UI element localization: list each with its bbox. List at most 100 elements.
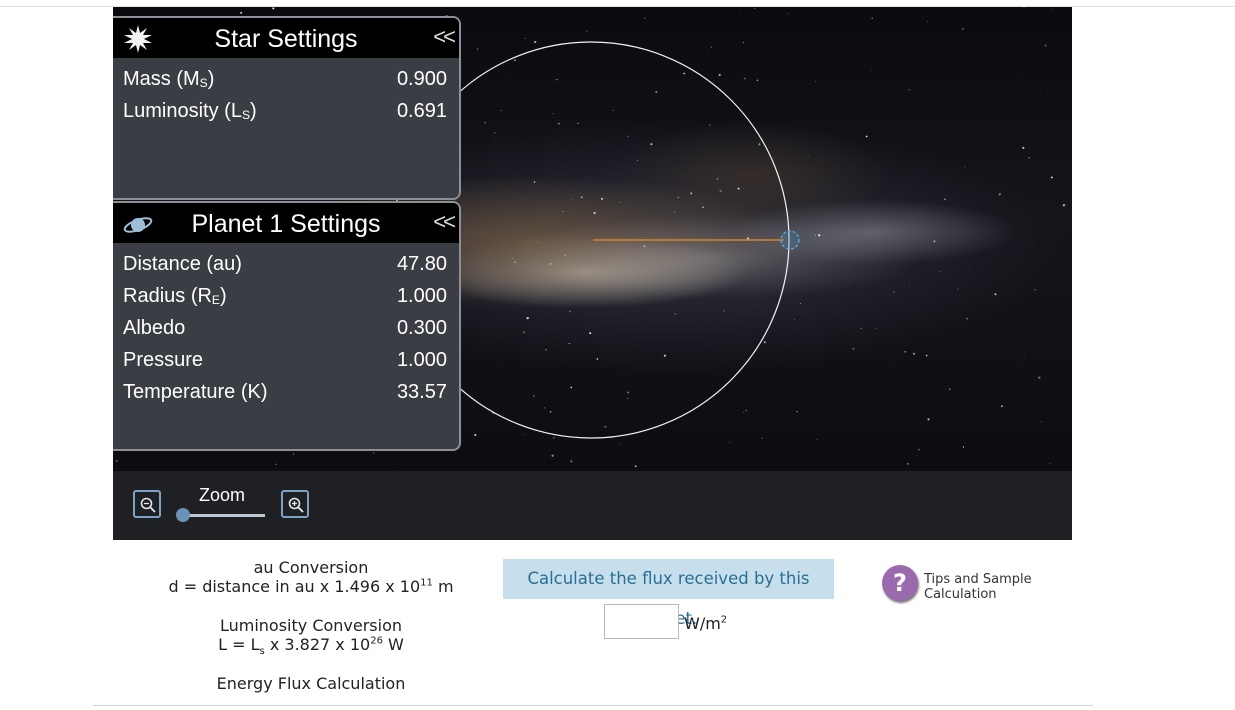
background-star xyxy=(796,410,798,413)
planet-setting-row-value: 1.000 xyxy=(396,285,447,307)
star-setting-row-label: Mass (MS) xyxy=(123,68,215,90)
background-star xyxy=(763,341,767,344)
background-star xyxy=(514,59,516,62)
background-star xyxy=(970,270,971,272)
planet-panel-collapse-button[interactable]: << xyxy=(433,209,456,235)
background-star xyxy=(1022,146,1025,149)
background-star xyxy=(533,181,536,183)
zoom-label: Zoom xyxy=(199,485,246,505)
planet-marker[interactable] xyxy=(780,230,800,250)
background-star xyxy=(646,269,648,271)
background-star xyxy=(619,444,620,445)
flux-answer-input[interactable] xyxy=(604,604,679,639)
luminosity-conversion-title: Luminosity Conversion xyxy=(219,616,403,635)
planet-setting-row-value: 47.80 xyxy=(396,253,447,275)
background-star xyxy=(568,342,570,344)
star-settings-title: Star Settings xyxy=(214,25,358,53)
star-settings-rows: Mass (MS) 0.900 Luminosity (LS) 0.691 xyxy=(113,58,459,128)
background-star xyxy=(1023,7,1025,9)
luminosity-conversion-formula: L = Ls x 3.827 x 1026 W xyxy=(160,635,462,657)
star-setting-row[interactable]: Luminosity (LS) 0.691 xyxy=(113,96,459,128)
background-star xyxy=(690,192,693,195)
background-star xyxy=(865,135,868,138)
bottom-divider xyxy=(93,705,1093,706)
background-star xyxy=(569,310,571,313)
background-star xyxy=(545,349,547,351)
energy-flux-title: Energy Flux Calculation xyxy=(216,674,406,693)
background-star xyxy=(719,189,722,192)
background-star xyxy=(815,80,817,82)
background-star xyxy=(756,79,759,82)
planet-setting-row[interactable]: Radius (RE) 1.000 xyxy=(113,281,459,313)
planet-setting-row[interactable]: Temperature (K) 33.57 xyxy=(113,377,459,409)
units-exponent: 2 xyxy=(720,614,728,626)
background-star xyxy=(754,7,756,9)
background-star xyxy=(537,261,539,263)
background-star xyxy=(908,89,910,91)
au-conversion-formula: d = distance in au x 1.496 x 1011 m xyxy=(160,577,462,596)
background-star xyxy=(634,465,637,468)
background-star xyxy=(1023,357,1025,359)
planet-setting-row[interactable]: Distance (au) 47.80 xyxy=(113,249,459,281)
energy-flux-block: Energy Flux Calculation xyxy=(160,674,462,693)
background-star xyxy=(683,72,686,75)
simulation-view: Star Settings << Mass (MS) 0.900 Luminosit… xyxy=(113,7,1072,540)
background-star xyxy=(557,122,560,125)
background-star xyxy=(674,211,676,213)
star-setting-row-value: 0.691 xyxy=(396,100,447,122)
background-star xyxy=(871,17,873,20)
help-link[interactable]: Tips and Sample Calculation xyxy=(924,572,1034,602)
background-star xyxy=(870,69,872,71)
background-star xyxy=(494,138,495,139)
background-star xyxy=(706,72,708,74)
background-star xyxy=(718,73,721,77)
background-star xyxy=(800,303,802,305)
help-button[interactable]: ? xyxy=(882,565,918,601)
zoom-out-button[interactable] xyxy=(133,490,161,518)
background-star xyxy=(957,288,959,290)
background-star xyxy=(717,178,719,180)
planet-setting-row[interactable]: Albedo 0.300 xyxy=(113,313,459,345)
zoom-slider-track[interactable] xyxy=(181,514,265,517)
background-star xyxy=(761,437,763,439)
background-star xyxy=(918,448,920,451)
background-star xyxy=(523,331,526,334)
background-star xyxy=(604,425,607,428)
lum-formula-mid: x 3.827 x 10 xyxy=(264,635,371,654)
background-star xyxy=(512,257,514,259)
background-star xyxy=(994,293,997,296)
zoom-slider-handle[interactable] xyxy=(176,508,190,522)
star-setting-row[interactable]: Mass (MS) 0.900 xyxy=(113,64,459,96)
zoom-in-button[interactable] xyxy=(281,490,309,518)
star-panel-collapse-button[interactable]: << xyxy=(433,24,456,50)
star-settings-header: Star Settings << xyxy=(113,18,459,58)
question-prompt: Calculate the flux received by this plan… xyxy=(503,559,834,628)
au-formula-text: d = distance in au x 1.496 x 10 xyxy=(168,577,421,596)
background-star xyxy=(904,351,906,353)
background-star xyxy=(876,327,877,329)
background-star xyxy=(807,155,809,156)
background-star xyxy=(596,358,599,360)
background-star xyxy=(1049,462,1051,464)
background-star xyxy=(543,407,546,409)
flux-units: W/m2 xyxy=(684,614,727,633)
background-star xyxy=(272,7,275,10)
background-star xyxy=(551,454,554,457)
background-star xyxy=(556,78,558,81)
zoom-in-icon xyxy=(288,497,304,513)
background-star xyxy=(893,291,895,293)
background-star xyxy=(537,241,539,243)
background-star xyxy=(758,143,761,146)
background-star xyxy=(650,143,653,146)
planet-setting-row[interactable]: Pressure 1.000 xyxy=(113,345,459,377)
background-star xyxy=(677,197,679,199)
background-star xyxy=(533,395,535,397)
planet-setting-row-label: Albedo xyxy=(123,317,186,339)
planet-setting-row-value: 1.000 xyxy=(396,349,447,371)
background-star xyxy=(913,352,915,355)
background-star xyxy=(570,460,573,463)
background-star xyxy=(743,77,746,80)
background-star xyxy=(612,110,614,112)
background-star xyxy=(1040,421,1042,423)
background-star xyxy=(627,135,629,138)
